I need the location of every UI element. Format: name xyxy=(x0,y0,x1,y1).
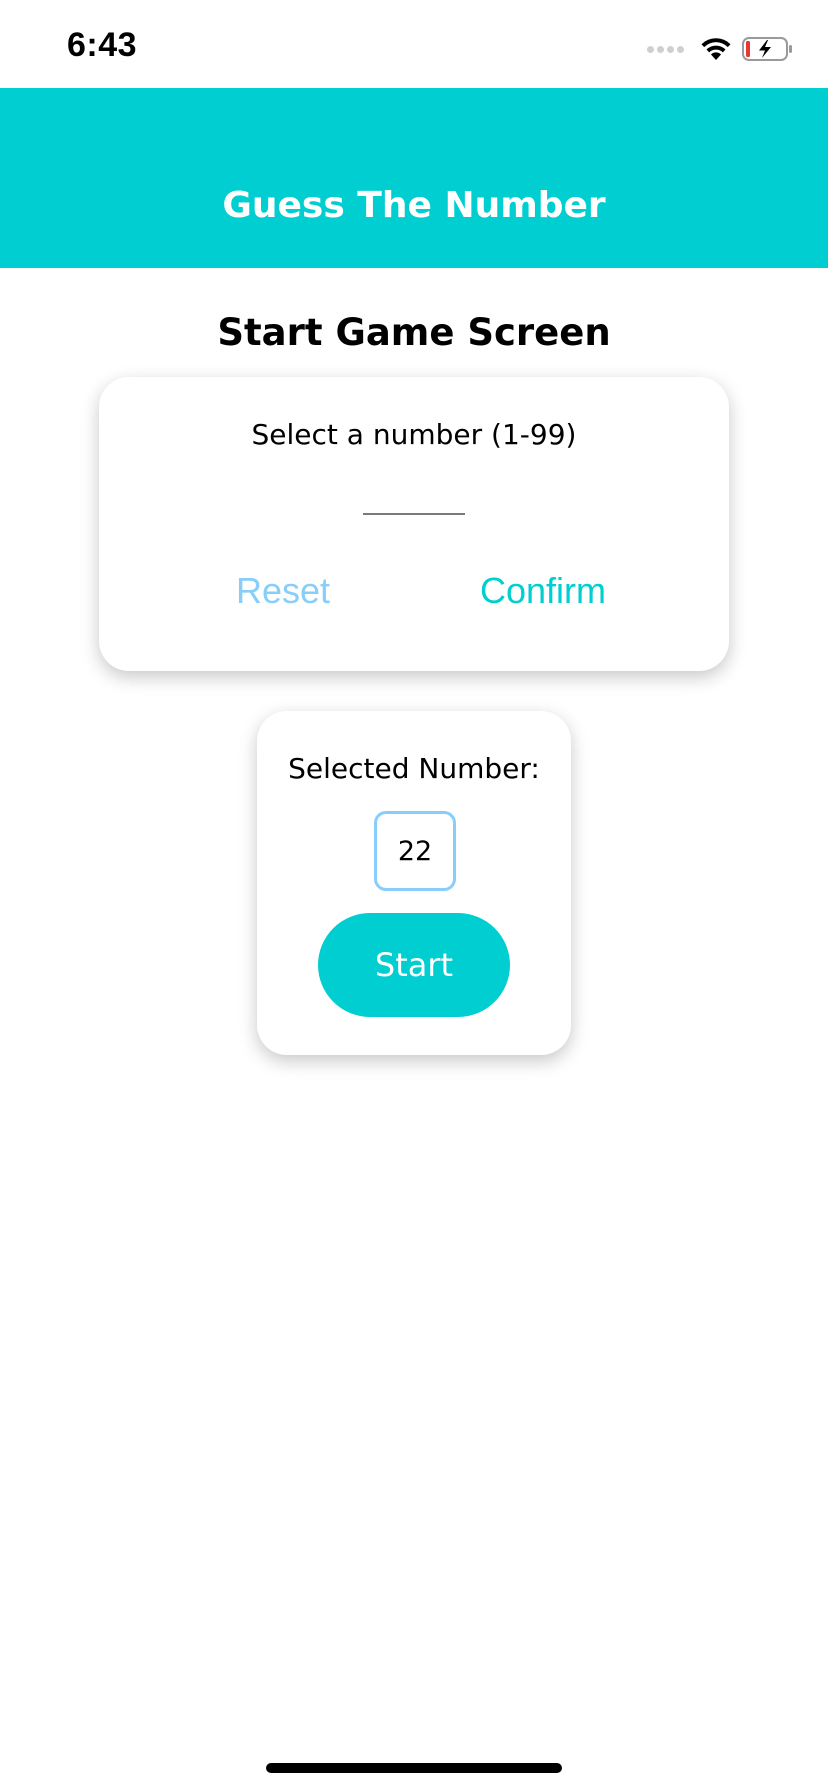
home-indicator[interactable] xyxy=(266,1763,562,1773)
number-input[interactable] xyxy=(363,465,465,515)
number-input-card: Select a number (1-99) Reset Confirm xyxy=(99,377,729,671)
header-title: Guess The Number xyxy=(222,185,606,226)
selected-number-label: Selected Number: xyxy=(288,752,540,785)
selected-number-card: Selected Number: 22 Start xyxy=(257,711,571,1055)
status-bar: 6:43 xyxy=(0,0,828,88)
status-time: 6:43 xyxy=(67,26,138,64)
status-icons xyxy=(647,34,794,64)
wifi-icon xyxy=(701,38,731,60)
start-button[interactable]: Start xyxy=(318,913,510,1017)
screen-title: Start Game Screen xyxy=(217,311,611,354)
signal-dots-icon xyxy=(647,45,684,53)
confirm-button[interactable]: Confirm xyxy=(480,569,606,613)
reset-button[interactable]: Reset xyxy=(236,569,330,613)
select-number-label: Select a number (1-99) xyxy=(251,418,577,451)
card-buttons: Reset Confirm xyxy=(99,569,729,619)
battery-charging-icon xyxy=(742,37,792,61)
selected-number-value: 22 xyxy=(374,811,456,891)
app-header: Guess The Number xyxy=(0,88,828,268)
